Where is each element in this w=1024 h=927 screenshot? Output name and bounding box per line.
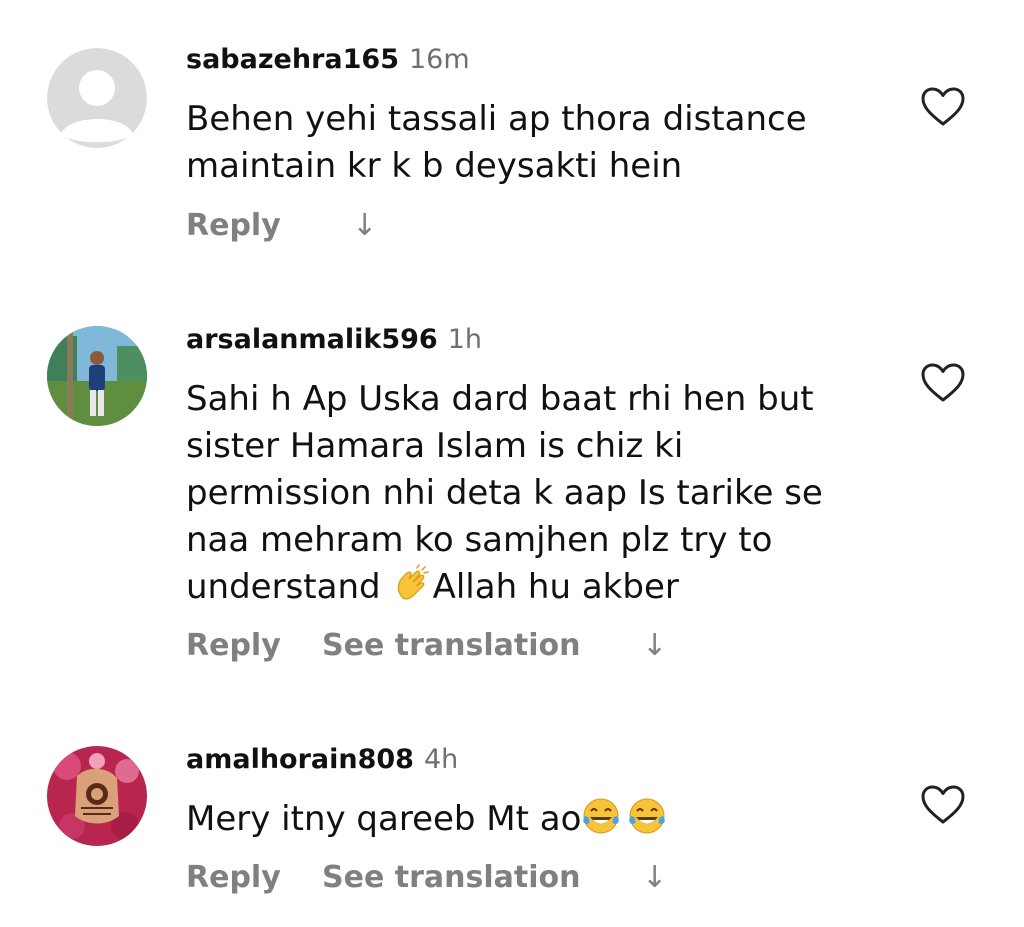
reply-button[interactable]: Reply <box>186 626 281 666</box>
username[interactable]: arsalanmalik596 <box>186 324 438 355</box>
username[interactable]: amalhorain808 <box>186 744 414 775</box>
arrow-down-icon[interactable]: ↓ <box>642 626 667 666</box>
comment-header: arsalanmalik596 1h <box>186 322 482 361</box>
comment-line: Allah hu akber <box>432 567 679 607</box>
comment-line-with-emoji: Mery itny qareeb Mt ao <box>186 796 906 843</box>
comment-text: Sahi h Ap Uska dard baat rhi hen but sis… <box>186 376 906 611</box>
timestamp: 1h <box>447 324 482 355</box>
comment-header: sabazehra165 16m <box>186 42 470 81</box>
comment-line: Sahi h Ap Uska dard baat rhi hen but <box>186 379 814 419</box>
comment-line: understand <box>186 567 381 607</box>
comment-line: permission nhi deta k aap Is tarike se <box>186 473 823 513</box>
see-translation-button[interactable]: See translation <box>322 626 580 666</box>
arrow-down-icon[interactable]: ↓ <box>352 206 377 246</box>
clapping-hands-emoji <box>393 564 433 604</box>
comment-line-with-emoji: understand Allah hu akber <box>186 564 906 611</box>
default-avatar-icon <box>47 48 147 148</box>
comment-item: sabazehra165 16m Behen yehi tassali ap th… <box>0 0 1024 290</box>
avatar[interactable] <box>47 326 147 426</box>
reply-button[interactable]: Reply <box>186 858 281 898</box>
heart-icon[interactable] <box>920 86 966 128</box>
comment-line: Behen yehi tassali ap thora distance <box>186 99 807 139</box>
comment-item: arsalanmalik596 1h Sahi h Ap Uska dard ba… <box>0 290 1024 710</box>
heart-icon[interactable] <box>920 784 966 826</box>
comment-header: amalhorain808 4h <box>186 742 458 781</box>
avatar[interactable] <box>47 48 147 148</box>
username[interactable]: sabazehra165 <box>186 44 399 75</box>
comment-text: Behen yehi tassali ap thora distance mai… <box>186 96 906 190</box>
arrow-down-icon[interactable]: ↓ <box>642 858 667 898</box>
comment-line: Mery itny qareeb Mt ao <box>186 799 582 839</box>
user-photo-avatar <box>47 326 147 426</box>
reply-button[interactable]: Reply <box>186 206 281 246</box>
comment-item: amalhorain808 4h Mery itny qareeb Mt ao R… <box>0 710 1024 927</box>
tears-of-joy-emoji <box>581 796 621 836</box>
comment-text: Mery itny qareeb Mt ao <box>186 796 906 843</box>
tears-of-joy-emoji <box>627 796 667 836</box>
comment-line: maintain kr k b deysakti hein <box>186 146 683 186</box>
see-translation-button[interactable]: See translation <box>322 858 580 898</box>
henna-photo-avatar <box>47 746 147 846</box>
timestamp: 4h <box>423 744 459 775</box>
comment-line: sister Hamara Islam is chiz ki <box>186 426 684 466</box>
avatar[interactable] <box>47 746 147 846</box>
timestamp: 16m <box>408 44 470 75</box>
heart-icon[interactable] <box>920 362 966 404</box>
comment-line: naa mehram ko samjhen plz try to <box>186 520 773 560</box>
